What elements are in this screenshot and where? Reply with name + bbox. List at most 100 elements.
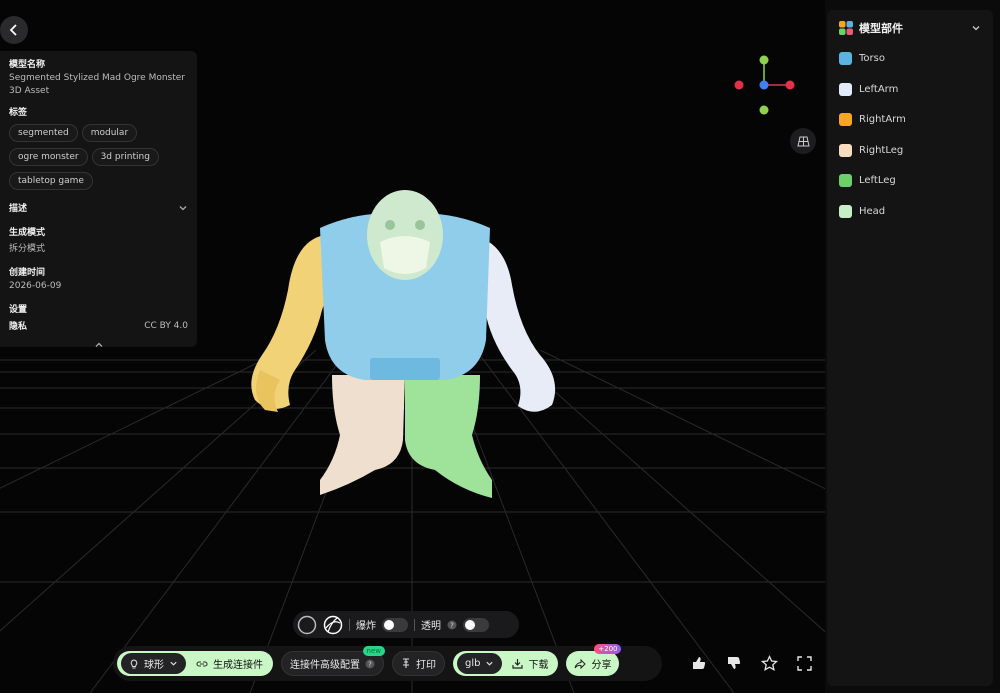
part-item-leftleg[interactable]: LeftLeg	[839, 171, 981, 191]
download-label: 下载	[528, 660, 549, 671]
share-icon	[574, 658, 587, 669]
svg-text:?: ?	[368, 660, 372, 668]
print-label: 打印	[416, 660, 436, 671]
privacy-label: 隐私	[9, 322, 28, 332]
thumbs-down-icon	[728, 657, 741, 669]
chevron-down-icon	[486, 661, 494, 666]
tag-list: segmented modular ogre monster 3d printi…	[9, 124, 188, 190]
created-label: 创建时间	[9, 268, 46, 278]
explode-label: 爆炸	[356, 621, 376, 632]
grid-toggle-button[interactable]	[790, 128, 816, 154]
privacy-row: 隐私 CC BY 4.0	[9, 319, 188, 333]
grid-icon	[796, 136, 810, 146]
part-color-swatch	[839, 82, 852, 96]
part-label: Head	[859, 205, 886, 217]
help-icon[interactable]: ?	[447, 620, 457, 630]
chevron-up-icon	[95, 342, 102, 347]
star-icon	[760, 654, 778, 671]
format-select[interactable]: glb	[457, 653, 503, 674]
part-label: RightLeg	[859, 144, 904, 156]
part-item-leftarm[interactable]: LeftArm	[839, 79, 981, 99]
shape-select[interactable]: 球形	[121, 653, 186, 674]
help-icon: ?	[365, 659, 375, 668]
connector-group: 球形 生成连接件	[117, 651, 273, 676]
part-color-swatch	[839, 113, 852, 126]
fullscreen-button[interactable]	[791, 650, 817, 676]
3d-viewport[interactable]: 模型名称 Segmented Stylized Mad Ogre Monster…	[0, 0, 825, 693]
tag-chip[interactable]: ogre monster	[9, 148, 88, 166]
transparent-label: 透明	[421, 621, 441, 632]
created-value: 2026-06-09	[9, 281, 62, 291]
new-badge: new	[362, 646, 385, 656]
tag-chip[interactable]: segmented	[9, 124, 78, 142]
share-button[interactable]: 分享 +200	[566, 644, 622, 676]
parts-logo-icon	[839, 21, 853, 35]
format-label: glb	[465, 658, 481, 669]
part-label: Torso	[859, 53, 885, 64]
wireframe-sphere-icon[interactable]	[323, 615, 343, 635]
tag-chip[interactable]: 3d printing	[91, 148, 159, 166]
print-button[interactable]: 打印	[392, 651, 445, 676]
explode-toggle[interactable]	[382, 617, 408, 632]
back-button[interactable]	[0, 16, 28, 44]
part-item-rightleg[interactable]: RightLeg	[839, 140, 981, 160]
chevron-left-icon	[9, 24, 17, 36]
part-label: LeftLeg	[859, 175, 896, 186]
generate-connector-button[interactable]: 生成连接件	[190, 651, 269, 676]
toolbar-divider	[349, 618, 350, 631]
chevron-down-icon	[170, 661, 177, 666]
parts-panel-title: 模型部件	[859, 22, 903, 35]
tags-label: 标签	[9, 108, 28, 118]
parts-panel-header[interactable]: 模型部件	[839, 18, 981, 38]
advanced-config-button[interactable]: 连接件高级配置 ? new	[281, 646, 385, 676]
model-parts-panel: 模型部件 Torso LeftArm RightArm RightLeg Lef…	[827, 10, 993, 686]
view-toolbar: 爆炸 透明 ?	[293, 611, 519, 638]
part-color-swatch	[839, 52, 852, 65]
download-icon	[512, 659, 524, 669]
svg-text:?: ?	[450, 621, 454, 629]
asset-type: 3D Asset	[9, 86, 50, 96]
tag-chip[interactable]: modular	[81, 124, 138, 142]
reward-badge: +200	[594, 644, 622, 654]
settings-label: 设置	[9, 305, 28, 315]
advanced-config-label: 连接件高级配置	[290, 660, 360, 671]
gen-mode-value: 拆分模式	[9, 244, 46, 254]
material-ring-icon[interactable]	[297, 615, 317, 635]
link-icon	[196, 660, 208, 667]
part-item-torso[interactable]: Torso	[839, 49, 981, 69]
description-toggle[interactable]: 描述	[9, 201, 188, 214]
favorite-button[interactable]	[756, 650, 782, 676]
part-color-swatch	[839, 174, 852, 187]
transparent-toggle[interactable]	[463, 617, 489, 632]
collapse-button[interactable]	[9, 340, 188, 350]
model-name-label: 模型名称	[9, 60, 46, 70]
print-icon	[403, 658, 409, 668]
chevron-down-icon	[179, 205, 187, 210]
part-label: LeftArm	[859, 83, 899, 95]
download-group: glb 下载	[453, 651, 559, 676]
share-label: 分享	[591, 660, 612, 671]
generate-connector-label: 生成连接件	[213, 660, 263, 671]
part-item-rightarm[interactable]: RightArm	[839, 110, 981, 130]
part-item-head[interactable]: Head	[839, 201, 981, 221]
model-info-panel: 模型名称 Segmented Stylized Mad Ogre Monster…	[0, 51, 197, 347]
chevron-down-icon	[972, 26, 980, 31]
toolbar-divider	[414, 618, 415, 631]
fullscreen-icon	[796, 655, 812, 671]
bottom-action-bar: 球形 生成连接件 连接件高级配置 ? new 打印 glb 下载 分享 +200	[113, 644, 662, 681]
axis-gizmo-icon[interactable]	[730, 52, 800, 116]
bulb-icon	[130, 658, 138, 668]
ogre-model[interactable]	[240, 180, 570, 510]
shape-label: 球形	[144, 660, 164, 671]
tag-chip[interactable]: tabletop game	[9, 172, 93, 190]
thumbs-up-icon	[693, 657, 706, 669]
gen-mode-label: 生成模式	[9, 228, 46, 238]
part-color-swatch	[839, 143, 852, 157]
dislike-button[interactable]	[721, 650, 747, 676]
model-name: Segmented Stylized Mad Ogre Monster	[9, 73, 185, 83]
description-label: 描述	[9, 204, 28, 214]
part-color-swatch	[839, 204, 852, 218]
like-button[interactable]	[686, 650, 712, 676]
download-button[interactable]: 下载	[506, 651, 554, 676]
part-label: RightArm	[859, 114, 906, 125]
